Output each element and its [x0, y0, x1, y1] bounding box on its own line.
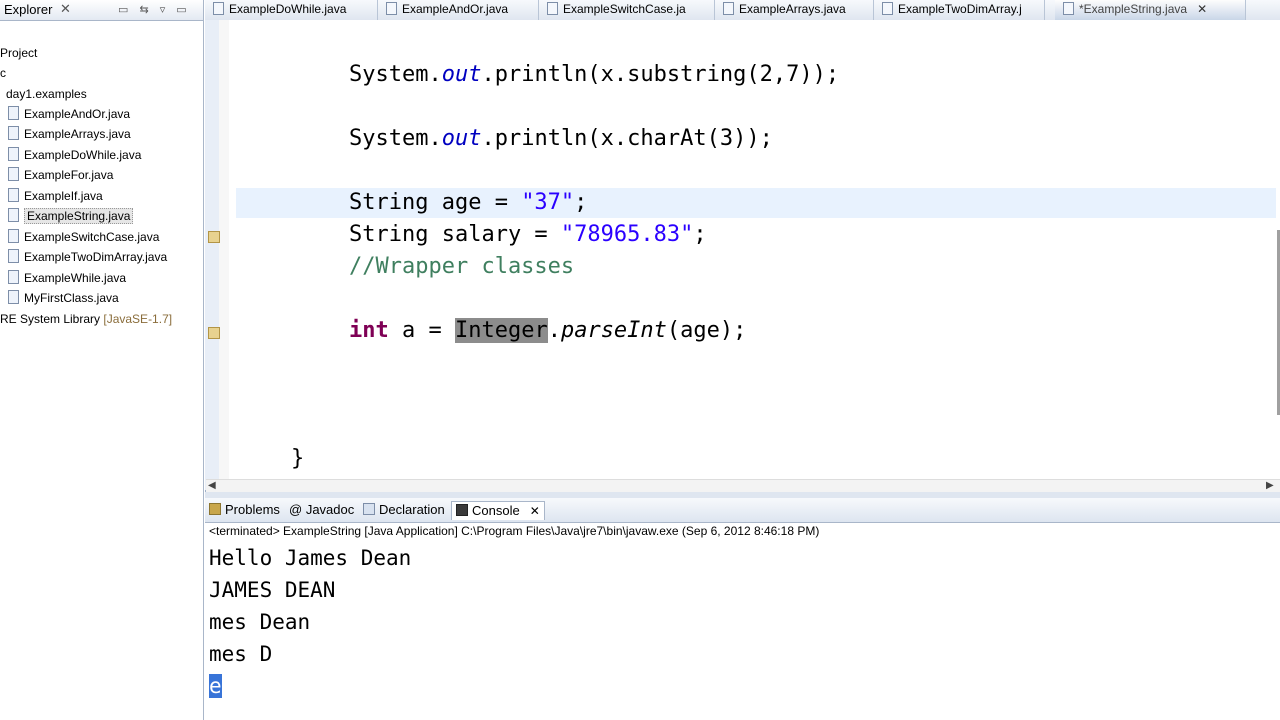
tree-item-label: ExampleWhile.java	[24, 271, 127, 285]
tree-item-label: c	[0, 66, 6, 80]
explorer-title: Explorer	[4, 2, 53, 17]
tree-item-label: ExampleSwitchCase.java	[24, 230, 160, 244]
tab-label: ExampleTwoDimArray.j	[898, 2, 1022, 16]
tab-examplearrays[interactable]: ExampleArrays.java	[715, 0, 874, 20]
tree-item-label: ExampleString.java	[24, 208, 134, 224]
java-file-icon	[547, 2, 558, 15]
tree-item-label: day1.examples	[6, 87, 87, 101]
java-file-icon	[8, 167, 19, 181]
tree-item-label: ExampleTwoDimArray.java	[24, 250, 168, 264]
explorer-header: Explorer ✕ ▭ ⇆ ▿ ▭	[0, 0, 203, 21]
tree-item-examplefor[interactable]: ExampleFor.java	[8, 165, 113, 185]
warning-marker-icon[interactable]	[208, 327, 220, 339]
tab-examplestring[interactable]: *ExampleString.java ✕	[1055, 0, 1246, 20]
tab-label: ExampleArrays.java	[739, 2, 846, 16]
console-output-line: mes D	[209, 642, 273, 666]
scroll-left-icon[interactable]: ◀	[208, 480, 216, 491]
tab-problems[interactable]: Problems	[209, 501, 280, 519]
console-tab-bar: Problems @ Javadoc Declaration Console ✕	[205, 498, 1280, 523]
tab-console[interactable]: Console ✕	[451, 501, 545, 520]
problems-icon	[209, 503, 221, 515]
java-file-icon	[8, 208, 19, 222]
tree-item-exampletwodimarray[interactable]: ExampleTwoDimArray.java	[8, 247, 167, 267]
tab-javadoc[interactable]: @ Javadoc	[289, 501, 354, 519]
tree-item-project[interactable]: Project	[0, 43, 37, 63]
java-file-icon	[8, 249, 19, 263]
tree-item-label: Project	[0, 46, 38, 60]
console-icon	[456, 504, 468, 516]
console-close-icon[interactable]: ✕	[530, 504, 540, 518]
tree-item-myfirstclass[interactable]: MyFirstClass.java	[8, 288, 119, 308]
tree-item-examplewhile[interactable]: ExampleWhile.java	[8, 268, 126, 288]
tree-item-src[interactable]: c	[0, 63, 6, 83]
code-line-age: String age = "37";	[349, 190, 588, 215]
tab-label: ExampleSwitchCase.ja	[563, 2, 686, 16]
code-line-substring: System.out.println(x.substring(2,7));	[349, 62, 840, 87]
declaration-icon	[363, 503, 375, 515]
editor-horizontal-scrollbar[interactable]: ◀ ▶	[206, 479, 1280, 493]
package-explorer: Explorer ✕ ▭ ⇆ ▿ ▭ Project c day1.exampl…	[0, 0, 204, 720]
at-icon: @	[289, 502, 306, 517]
tab-exampledowhile[interactable]: ExampleDoWhile.java	[205, 0, 378, 20]
warning-marker-icon[interactable]	[208, 231, 220, 243]
tree-item-label: ExampleIf.java	[24, 189, 103, 203]
java-file-icon	[8, 290, 19, 304]
tree-item-label: ExampleArrays.java	[24, 127, 131, 141]
java-file-icon	[8, 188, 19, 202]
scroll-right-icon[interactable]: ▶	[1266, 480, 1274, 491]
tab-exampleandor[interactable]: ExampleAndOr.java	[378, 0, 539, 20]
tab-label: *ExampleString.java	[1079, 2, 1188, 16]
tree-item-examplestring[interactable]: ExampleString.java	[8, 206, 134, 226]
java-file-icon	[8, 147, 19, 161]
java-file-icon	[8, 126, 19, 140]
java-file-icon	[1063, 2, 1074, 15]
tab-declaration[interactable]: Declaration	[363, 501, 445, 519]
console-status-line: <terminated> ExampleString [Java Applica…	[209, 524, 820, 538]
java-file-icon	[723, 2, 734, 15]
code-line-salary: String salary = "78965.83";	[349, 222, 707, 247]
tree-item-label: ExampleAndOr.java	[24, 107, 131, 121]
console-output-line-selected: e	[209, 674, 222, 698]
java-file-icon	[882, 2, 893, 15]
tree-item-package[interactable]: day1.examples	[6, 84, 87, 104]
java-file-icon	[8, 229, 19, 243]
code-line-charat: System.out.println(x.charAt(3));	[349, 126, 773, 151]
console-output-line: mes Dean	[209, 610, 311, 634]
tree-item-exampledowhile[interactable]: ExampleDoWhile.java	[8, 145, 141, 165]
code-line-comment: //Wrapper classes	[349, 254, 575, 279]
tree-item-exampleandor[interactable]: ExampleAndOr.java	[8, 104, 130, 124]
tree-item-label: RE System Library	[0, 312, 101, 326]
editor-ruler	[219, 20, 229, 490]
explorer-close-icon[interactable]: ✕	[60, 1, 71, 17]
console-output-line: JAMES DEAN	[209, 578, 336, 602]
java-file-icon	[8, 106, 19, 120]
tree-item-label: ExampleDoWhile.java	[24, 148, 142, 162]
tree-item-exampleif[interactable]: ExampleIf.java	[8, 186, 103, 206]
tab-label: ExampleDoWhile.java	[229, 2, 347, 16]
code-line-closing-brace: }	[291, 446, 305, 471]
console-output-line: Hello James Dean	[209, 546, 412, 570]
library-version: [JavaSE-1.7]	[103, 312, 173, 326]
tab-exampleswitchcase[interactable]: ExampleSwitchCase.ja	[539, 0, 715, 20]
tab-label: ExampleAndOr.java	[402, 2, 509, 16]
tree-item-label: ExampleFor.java	[24, 168, 114, 182]
editor-tab-bar: ExampleDoWhile.java ExampleAndOr.java Ex…	[205, 0, 1280, 21]
editor-gutter	[205, 20, 219, 490]
tree-item-examplearrays[interactable]: ExampleArrays.java	[8, 124, 131, 144]
explorer-toolbar-icons[interactable]: ▭ ⇆ ▿ ▭	[118, 3, 191, 16]
tree-item-exampleswitchcase[interactable]: ExampleSwitchCase.java	[8, 227, 159, 247]
java-file-icon	[213, 2, 224, 15]
tab-exampletwodimarray[interactable]: ExampleTwoDimArray.j	[874, 0, 1045, 20]
java-file-icon	[8, 270, 19, 284]
tree-item-label: MyFirstClass.java	[24, 291, 119, 305]
tab-close-icon[interactable]: ✕	[1197, 2, 1207, 16]
code-line-parseint: int a = Integer.parseInt(age);	[349, 318, 747, 343]
tree-item-jre-library[interactable]: RE System Library [JavaSE-1.7]	[0, 309, 172, 329]
java-file-icon	[386, 2, 397, 15]
